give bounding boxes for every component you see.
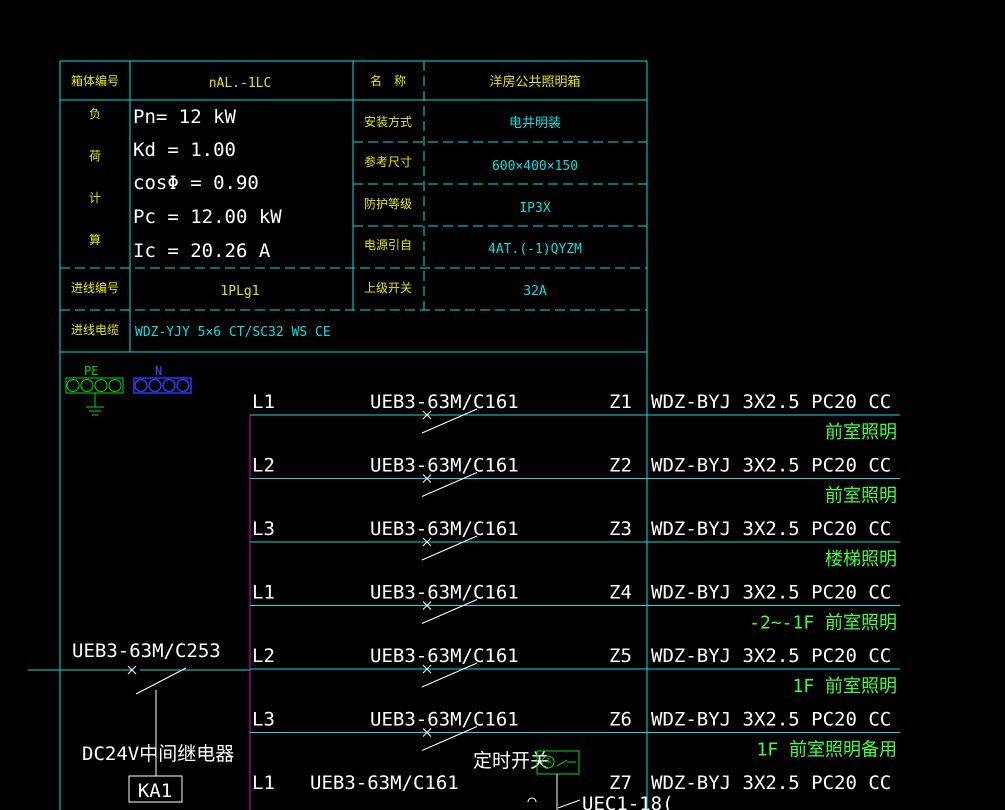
electrical-schematic: 箱体编号 nAL.-1LC 名 称 洋房公共照明箱 负 荷 计 算 Pn= 12… [28,60,900,810]
kd-value: Kd = 1.00 [133,139,236,161]
load-calc-char: 计 [89,191,101,205]
incoming-cable-label: 进线电缆 [71,323,119,337]
n-bus: N [133,364,192,394]
circuit-id: Z7 [609,772,632,794]
circuit-description: -2~-1F 前室照明 [749,613,897,634]
load-calc-char: 算 [89,232,101,247]
ic-value: Ic = 20.26 A [133,240,271,262]
timer-label: 定时开关 [473,750,549,772]
circuit-id: Z6 [609,709,632,731]
pn-value: Pn= 12 kW [133,106,237,128]
circuit-id: Z1 [609,391,632,413]
name-label: 名 称 [370,73,406,88]
incoming-no: 1PLg1 [220,284,259,299]
protect-label: 防护等级 [364,196,412,211]
circuit-breaker: UEB3-63M/C161 [370,391,519,413]
circuit-phase: L1 [252,582,275,604]
circuit-cable: WDZ-BYJ 3X2.5 PC20 CC [651,455,891,477]
circuit-phase: L3 [252,709,275,731]
source-label: 电源引自 [364,238,412,252]
circuit-id: Z2 [609,455,632,477]
box-no-label: 箱体编号 [71,73,119,88]
pe-label: PE [84,364,98,378]
outgoing-circuits: L1 UEB3-63M/C161 Z1 WDZ-BYJ 3X2.5 PC20 CC 前室… [249,352,900,810]
circuit-cable: WDZ-BYJ 3X2.5 PC20 CC [651,709,891,731]
incoming-cable: WDZ-YJY 5×6 CT/SC32 WS CE [135,325,331,340]
install-value: 电井明装 [509,116,561,131]
main-breaker-label: UEB3-63M/C253 [72,640,221,662]
circuit-phase: L2 [252,455,275,477]
circuit-id: Z4 [609,582,632,604]
circuit-phase: L3 [252,518,275,540]
pe-bus: PE [65,364,124,416]
circuit-breaker: UEB3-63M/C161 [370,455,519,477]
circuit-breaker: UEB3-63M/C161 [310,772,459,794]
circuit-breaker: UEB3-63M/C161 [370,645,519,667]
circuit-description: 楼梯照明 [825,549,897,570]
upper-switch-label: 上级开关 [364,281,412,295]
relay-ka1: KA1 [128,775,183,803]
circuit-phase: L2 [252,645,275,667]
protect-value: IP3X [519,201,550,216]
upper-switch-value: 32A [523,284,547,299]
circuit-description: 1F 前室照明 [792,676,897,697]
circuit-cable: WDZ-BYJ 3X2.5 PC20 CC [651,772,891,794]
pc-value: Pc = 12.00 kW [133,206,282,228]
circuit-id: Z3 [609,518,632,540]
load-calc-char: 荷 [89,149,101,163]
circuit-phase: L1 [252,772,275,794]
install-label: 安装方式 [364,114,412,129]
timer-partial-label: UEC1-18( [582,793,674,810]
cos-value: cosΦ = 0.90 [133,172,259,194]
size-value: 600×400×150 [492,159,578,174]
circuit-cable: WDZ-BYJ 3X2.5 PC20 CC [651,645,891,667]
circuit-breaker: UEB3-63M/C161 [370,709,519,731]
circuit-breaker: UEB3-63M/C161 [370,518,519,540]
circuit-breaker: UEB3-63M/C161 [370,582,519,604]
n-label: N [155,364,162,378]
circuit-cable: WDZ-BYJ 3X2.5 PC20 CC [651,391,891,413]
relay-tag: KA1 [138,780,172,802]
circuit-phase: L1 [252,391,275,413]
circuit-description: 1F 前室照明备用 [756,740,897,761]
source-value: 4AT.(-1)QYZM [488,242,582,257]
circuit-cable: WDZ-BYJ 3X2.5 PC20 CC [651,582,891,604]
circuit-description: 前室照明 [825,486,897,507]
circuit-description: 前室照明 [825,422,897,443]
size-label: 参考尺寸 [364,154,412,169]
circuit-id: Z5 [609,645,632,667]
relay-label: DC24V中间继电器 [82,743,234,765]
box-name: 洋房公共照明箱 [489,74,580,90]
load-calc-char: 负 [89,107,101,121]
incoming-no-label: 进线编号 [71,280,119,295]
circuit-cable: WDZ-BYJ 3X2.5 PC20 CC [651,518,891,540]
box-no: nAL.-1LC [209,76,272,91]
